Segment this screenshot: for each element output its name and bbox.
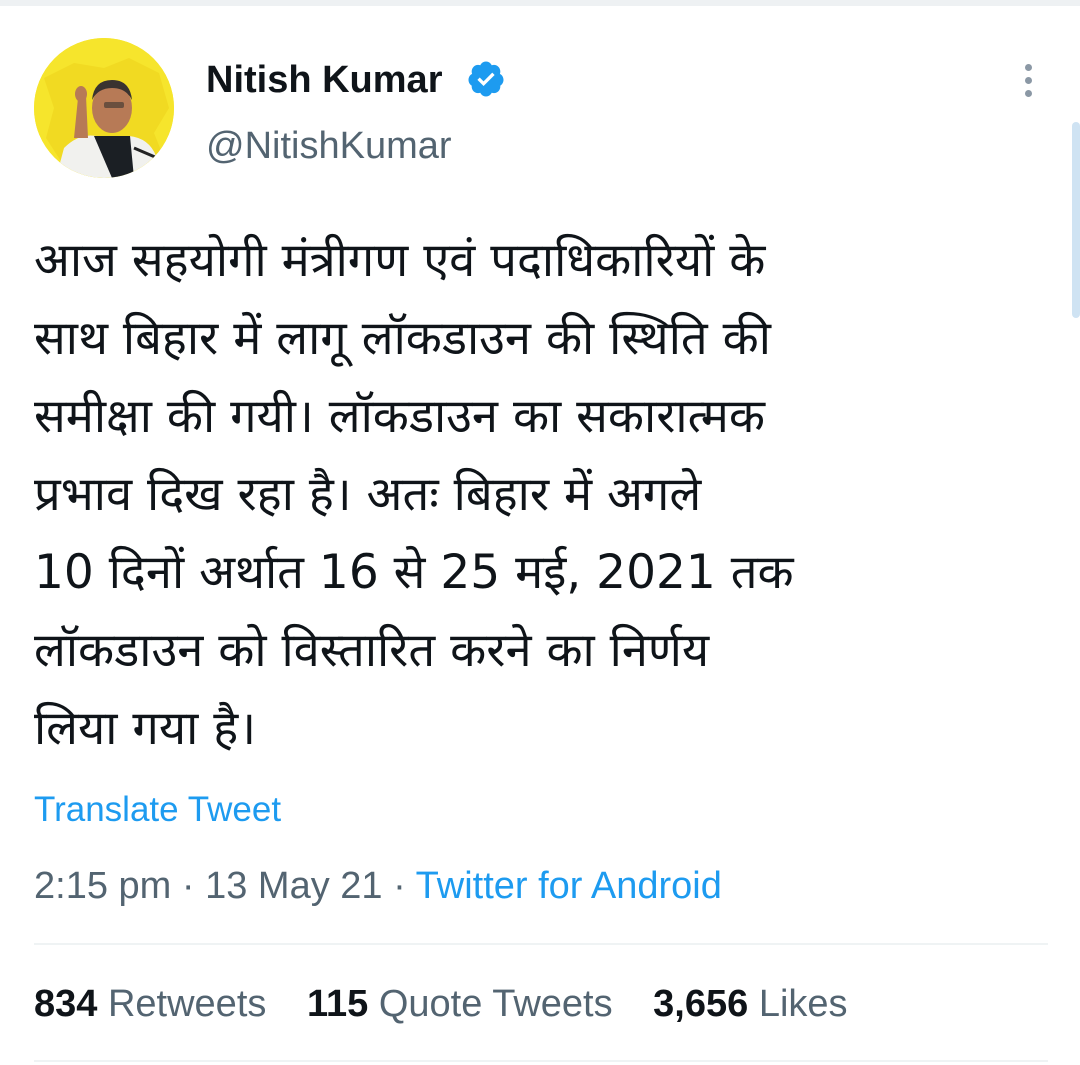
retweets-stat[interactable]: 834 Retweets bbox=[34, 980, 266, 1028]
tweet-line: प्रभाव दिख रहा है। अतः बिहार में अगले bbox=[34, 467, 702, 522]
tweet-text: आज सहयोगी मंत्रीगण एवं पदाधिकारियों के स… bbox=[34, 222, 1044, 768]
tweet-source-link[interactable]: Twitter for Android bbox=[416, 865, 722, 907]
tweet-time: 2:15 pm bbox=[34, 865, 172, 907]
avatar[interactable] bbox=[34, 38, 174, 178]
retweets-count: 834 bbox=[34, 983, 98, 1025]
likes-count: 3,656 bbox=[653, 983, 749, 1025]
meta-separator: · bbox=[181, 865, 195, 907]
tweet-line: साथ बिहार में लागू लॉकडाउन की स्थिति की bbox=[34, 311, 771, 366]
tweet-stats: 834 Retweets 115 Quote Tweets 3,656 Like… bbox=[34, 980, 878, 1028]
display-name[interactable]: Nitish Kumar bbox=[206, 56, 442, 104]
quote-tweets-label: Quote Tweets bbox=[378, 983, 613, 1025]
top-divider bbox=[0, 0, 1080, 6]
avatar-photo bbox=[34, 38, 174, 178]
user-handle[interactable]: @NitishKumar bbox=[206, 122, 452, 170]
quote-tweets-count: 115 bbox=[306, 983, 369, 1025]
tweet-line: समीक्षा की गयी। लॉकडाउन का सकारात्मक bbox=[34, 389, 766, 444]
tweet-line: 10 दिनों अर्थात 16 से 25 मई, 2021 तक bbox=[34, 545, 794, 600]
likes-label: Likes bbox=[758, 983, 848, 1025]
tweet-date: 13 May 21 bbox=[205, 865, 383, 907]
quote-tweets-stat[interactable]: 115 Quote Tweets bbox=[307, 980, 613, 1028]
tweet-line: लिया गया है। bbox=[34, 701, 257, 756]
tweet-line: लॉकडाउन को विस्तारित करने का निर्णय bbox=[34, 623, 710, 678]
more-options-icon[interactable] bbox=[1016, 64, 1040, 102]
stats-divider-bottom bbox=[34, 1060, 1048, 1062]
retweets-label: Retweets bbox=[107, 983, 267, 1025]
likes-stat[interactable]: 3,656 Likes bbox=[653, 980, 847, 1028]
translate-tweet-link[interactable]: Translate Tweet bbox=[34, 788, 281, 832]
tweet-line: आज सहयोगी मंत्रीगण एवं पदाधिकारियों के bbox=[34, 233, 766, 288]
scrollbar-thumb[interactable] bbox=[1072, 122, 1080, 318]
stats-divider-top bbox=[34, 943, 1048, 945]
meta-separator: · bbox=[393, 865, 406, 907]
tweet-meta: 2:15 pm · 13 May 21 · Twitter for Androi… bbox=[34, 862, 722, 910]
verified-badge-icon bbox=[468, 61, 504, 97]
